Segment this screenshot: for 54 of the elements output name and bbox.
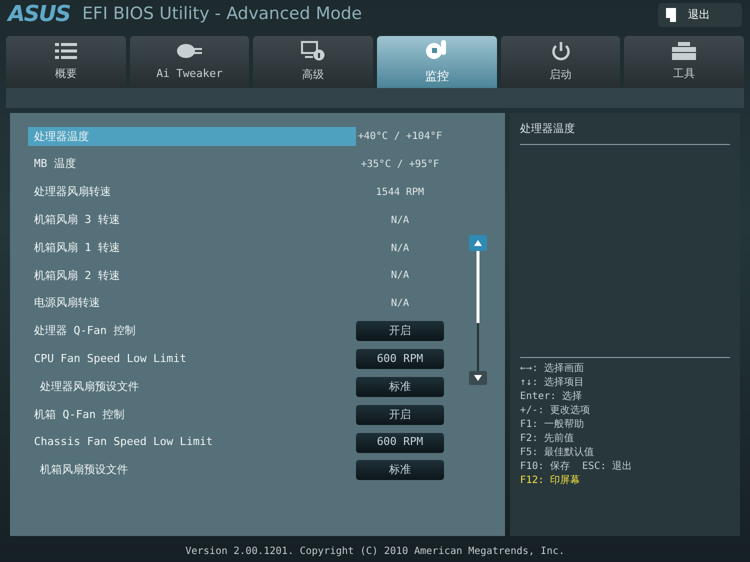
window-title: EFI BIOS Utility - Advanced Mode [82,3,362,26]
toolbox-icon [672,42,696,60]
setting-label[interactable]: CPU Fan Speed Low Limit [28,350,356,369]
option-button[interactable]: 开启 [356,321,444,342]
key-hint: F12: 印屏幕 [520,474,582,488]
reading-value: N/A [390,297,410,312]
monitor-info-icon [301,40,326,61]
setting-label[interactable]: 机箱风扇 2 转速 [28,266,356,286]
nav-tab[interactable]: 概要 [6,36,126,88]
key-hint: +/-: 更改选项 [520,404,592,418]
setting-label[interactable]: 电源风扇转速 [28,294,356,314]
option-button[interactable]: 标准 [356,377,444,398]
logo: ASUS [8,4,70,26]
thermometer-icon [424,39,449,61]
tweaker-icon [176,42,202,60]
setting-label[interactable]: 处理器风扇转速 [28,182,356,202]
reading-value: N/A [390,242,410,256]
setting-label[interactable]: 处理器风扇预设文件 [28,378,356,397]
setting-label[interactable]: 机箱风扇 3 转速 [28,210,356,230]
exit-button[interactable]: 退出 [658,3,742,27]
door-icon [666,8,676,22]
setting-label[interactable]: 机箱 Q-Fan 控制 [28,405,356,424]
list-icon [54,42,77,60]
setting-label[interactable]: 处理器温度 [28,127,356,146]
reading-value: N/A [390,214,410,228]
key-hint: F10: 保存 ESC: 退出 [520,460,634,474]
nav-tab[interactable]: 高级 [253,36,374,88]
nav-tab[interactable]: 监控 [377,36,497,88]
option-button[interactable]: 600 RPM [356,432,444,453]
option-button[interactable]: 600 RPM [356,349,444,370]
nav-tab[interactable]: Ai Tweaker [130,36,250,88]
key-hint: ←→: 选择画面 [520,362,586,376]
setting-label[interactable]: MB 温度 [28,155,356,174]
setting-label[interactable]: 机箱风扇 1 转速 [28,238,356,258]
power-icon [550,40,571,61]
setting-label[interactable]: 处理器 Q-Fan 控制 [28,322,356,341]
help-description: 处理器温度 [520,121,730,144]
key-hint: ↑↓: 选择项目 [520,376,586,390]
nav-tab[interactable]: 启动 [500,36,620,88]
key-hint: Enter: 选择 [520,390,584,404]
reading-value: 1544 RPM [376,186,424,200]
nav-tab[interactable]: 工具 [624,36,744,88]
scrollbar-drawing[interactable] [469,235,487,387]
reading-value: N/A [390,269,410,284]
footer-copyright: Version 2.00.1201. Copyright (C) 2010 American Megatrends, Inc. [185,544,565,558]
reading-value: +35°C / +95°F [360,158,440,172]
option-button[interactable]: 开启 [356,404,444,425]
key-hint: F2: 先前值 [520,432,576,446]
reading-value: +40°C / +104°F [358,130,442,144]
key-hint: F5: 最佳默认值 [520,446,596,460]
key-hint: F1: 一般帮助 [520,418,586,432]
setting-label[interactable]: 机箱风扇预设文件 [28,460,356,480]
option-button[interactable]: 标准 [356,460,444,480]
setting-label[interactable]: Chassis Fan Speed Low Limit [28,433,356,452]
